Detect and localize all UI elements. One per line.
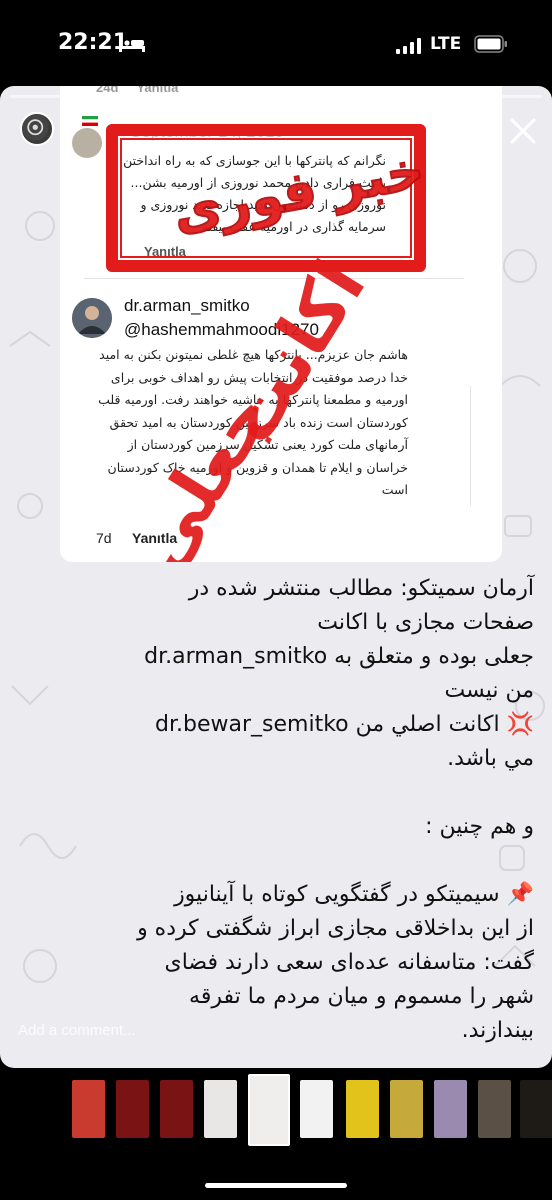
instagram-screenshot: 24d Yanıtla September 14, 2019 نگرانم که… <box>60 86 502 562</box>
story-thumbnail[interactable] <box>72 1080 105 1138</box>
caption-line: 📌 سیمیتکو در گفتگویی کوتاه با آینانیوز <box>174 882 534 907</box>
story-thumbnail-strip <box>0 1072 552 1146</box>
bed-icon <box>119 39 145 52</box>
commenter-avatar <box>72 128 102 158</box>
caption-line: گفت: متاسفانه عده‌ای سعی دارند فضای <box>164 950 534 975</box>
close-icon[interactable] <box>508 116 538 146</box>
story-thumbnail[interactable] <box>346 1080 379 1138</box>
avatar-logo-icon <box>22 114 49 141</box>
caption-line: 💢 اکانت اصلي من dr.bewar_semitko <box>155 712 534 737</box>
story-thumbnail[interactable] <box>434 1080 467 1138</box>
caption-line: صفحات مجازی با اکانت <box>317 610 534 635</box>
status-bar: 22:21 LTE <box>0 0 552 86</box>
iran-flag-icon <box>82 116 98 126</box>
story-viewer[interactable]: 24d Yanıtla September 14, 2019 نگرانم که… <box>0 86 552 1068</box>
caption-line: جعلی بوده و متعلق به dr.arman_smitko <box>144 644 534 669</box>
network-label: LTE <box>430 34 462 54</box>
story-thumbnail[interactable] <box>204 1080 237 1138</box>
home-indicator[interactable] <box>205 1183 347 1188</box>
story-thumbnail[interactable] <box>160 1080 193 1138</box>
commenter-avatar <box>72 298 112 338</box>
story-thumbnail[interactable] <box>116 1080 149 1138</box>
caption-line: شهر را مسموم و میان مردم ما تفرقه <box>189 984 534 1009</box>
story-thumbnail[interactable] <box>390 1080 423 1138</box>
fake-account-handle: dr.arman_smitko <box>144 644 328 669</box>
story-thumbnail[interactable] <box>478 1080 511 1138</box>
real-account-handle: dr.bewar_semitko <box>155 712 349 737</box>
caption-line: من نیست <box>444 678 534 703</box>
caption-line: از این بداخلاقی مجازی ابراز شگفتی کرده و <box>137 916 534 941</box>
story-caption: آرمان سمیتکو: مطالب منتشر شده در صفحات م… <box>12 572 534 1048</box>
divider <box>470 386 471 506</box>
anger-emoji-icon: 💢 <box>506 712 534 737</box>
comment-input[interactable]: Add a comment... <box>18 1022 136 1039</box>
story-thumbnail[interactable] <box>300 1080 333 1138</box>
story-thumbnail[interactable] <box>520 1080 552 1138</box>
second-comment-age: 7d <box>96 530 112 546</box>
divider <box>84 278 464 279</box>
previous-comment-meta: 24d Yanıtla <box>96 86 179 95</box>
pushpin-emoji-icon: 📌 <box>506 882 534 907</box>
caption-line: و هم چنین : <box>425 814 534 839</box>
comment-username: dr.arman_smitko <box>124 296 250 315</box>
story-author-avatar[interactable] <box>20 112 54 146</box>
story-thumbnail[interactable] <box>248 1074 290 1146</box>
battery-icon <box>474 35 507 53</box>
caption-line: مي باشد. <box>447 746 534 771</box>
signal-icon <box>396 38 421 54</box>
caption-line: آرمان سمیتکو: مطالب منتشر شده در <box>188 576 534 601</box>
